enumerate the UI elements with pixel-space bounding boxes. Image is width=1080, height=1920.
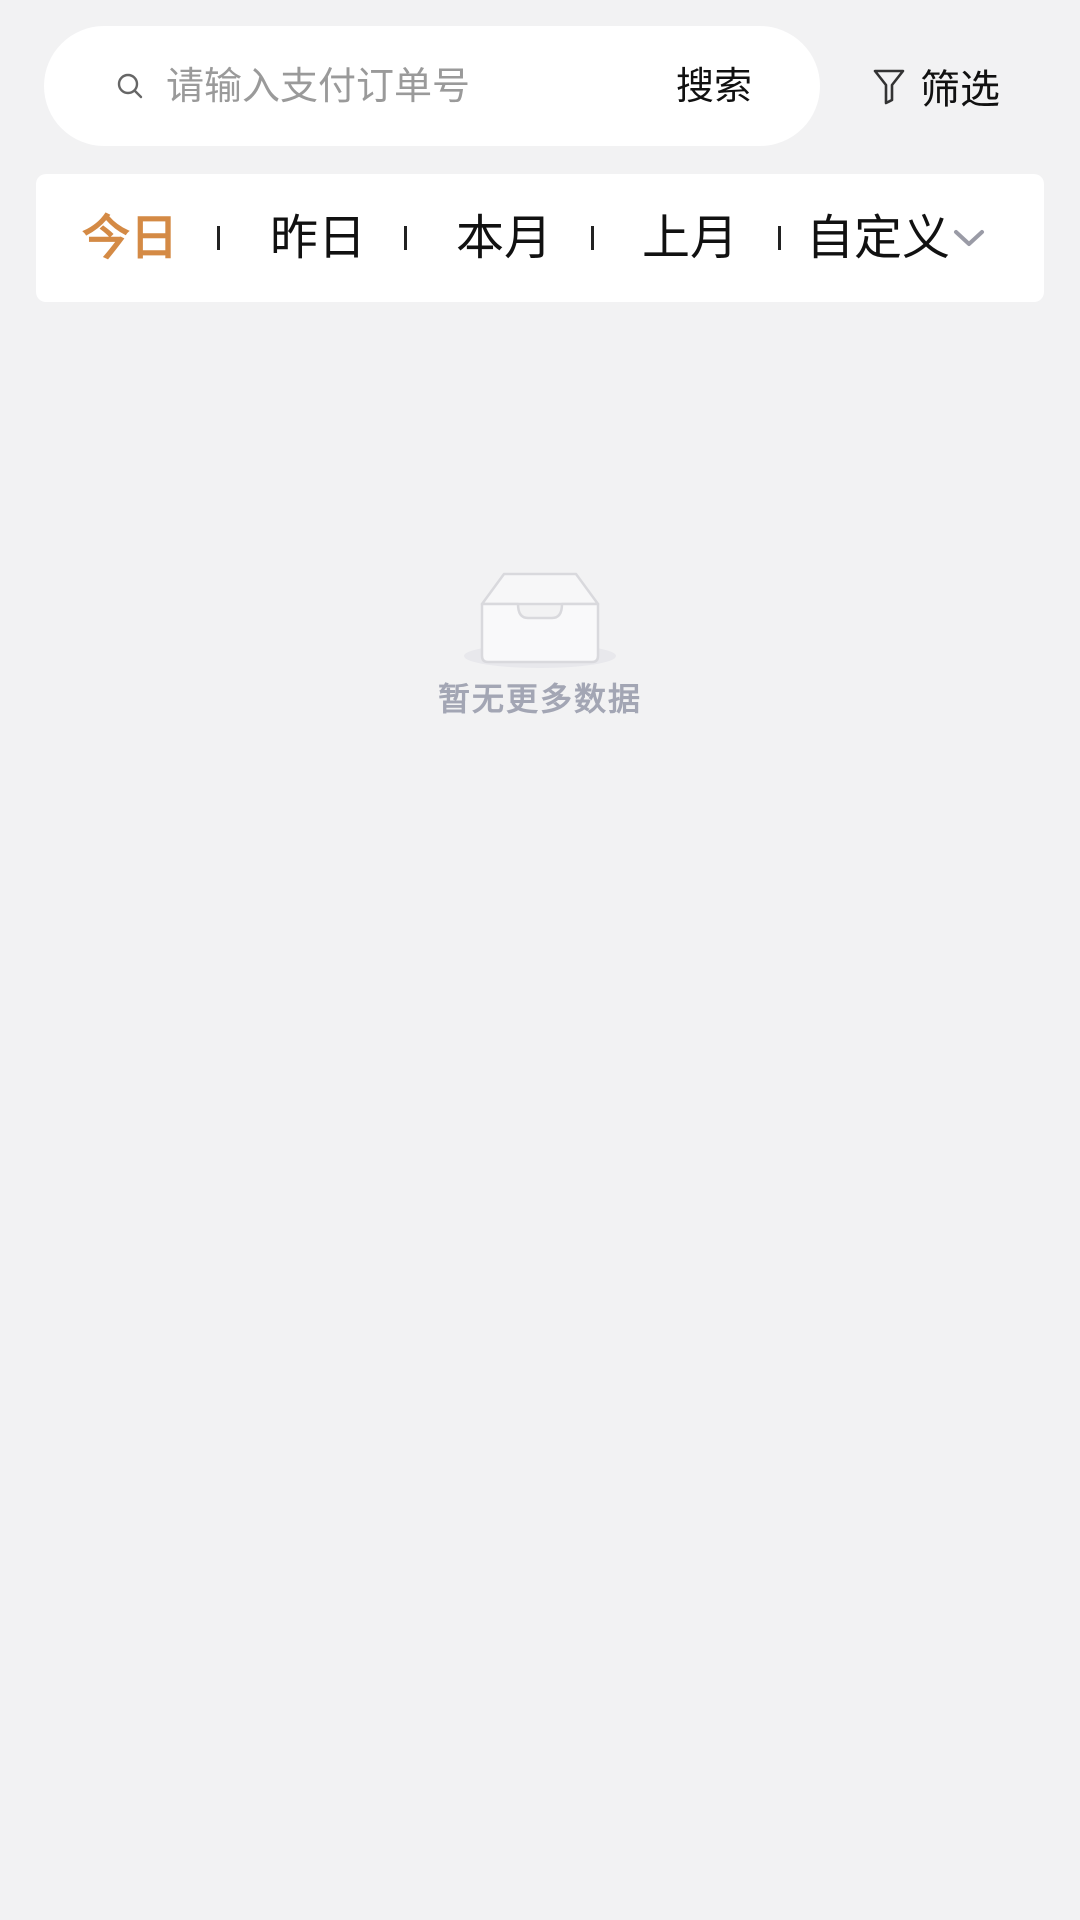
empty-state: 暂无更多数据 <box>0 566 1080 726</box>
date-tabs: 今日 昨日 本月 上月 自定义 <box>36 174 1044 302</box>
chevron-down-icon <box>954 230 985 246</box>
tab-yesterday[interactable]: 昨日 <box>270 202 366 274</box>
tab-custom-label: 自定义 <box>806 210 951 266</box>
search-button[interactable]: 搜索 <box>644 50 784 122</box>
tab-divider <box>217 226 220 250</box>
filter-label: 筛选 <box>920 67 1000 113</box>
filter-button[interactable]: 筛选 <box>872 52 1000 120</box>
tab-divider <box>404 226 407 250</box>
tab-this-month[interactable]: 本月 <box>456 202 552 274</box>
filter-icon <box>873 69 905 105</box>
search-input[interactable] <box>166 48 646 124</box>
tab-divider <box>591 226 594 250</box>
tab-today[interactable]: 今日 <box>82 202 178 274</box>
tab-custom[interactable]: 自定义 <box>806 202 986 274</box>
tab-last-month[interactable]: 上月 <box>642 202 738 274</box>
search-box[interactable]: 搜索 <box>44 26 820 146</box>
empty-message: 暂无更多数据 <box>437 680 642 718</box>
search-icon <box>117 73 143 99</box>
search-row: 搜索 筛选 <box>44 26 1044 146</box>
tab-divider <box>778 226 781 250</box>
order-search-page: 搜索 筛选 今日 昨日 本月 上月 自定义 暂无更多数 <box>0 0 1080 1920</box>
empty-inbox-icon <box>464 572 616 668</box>
